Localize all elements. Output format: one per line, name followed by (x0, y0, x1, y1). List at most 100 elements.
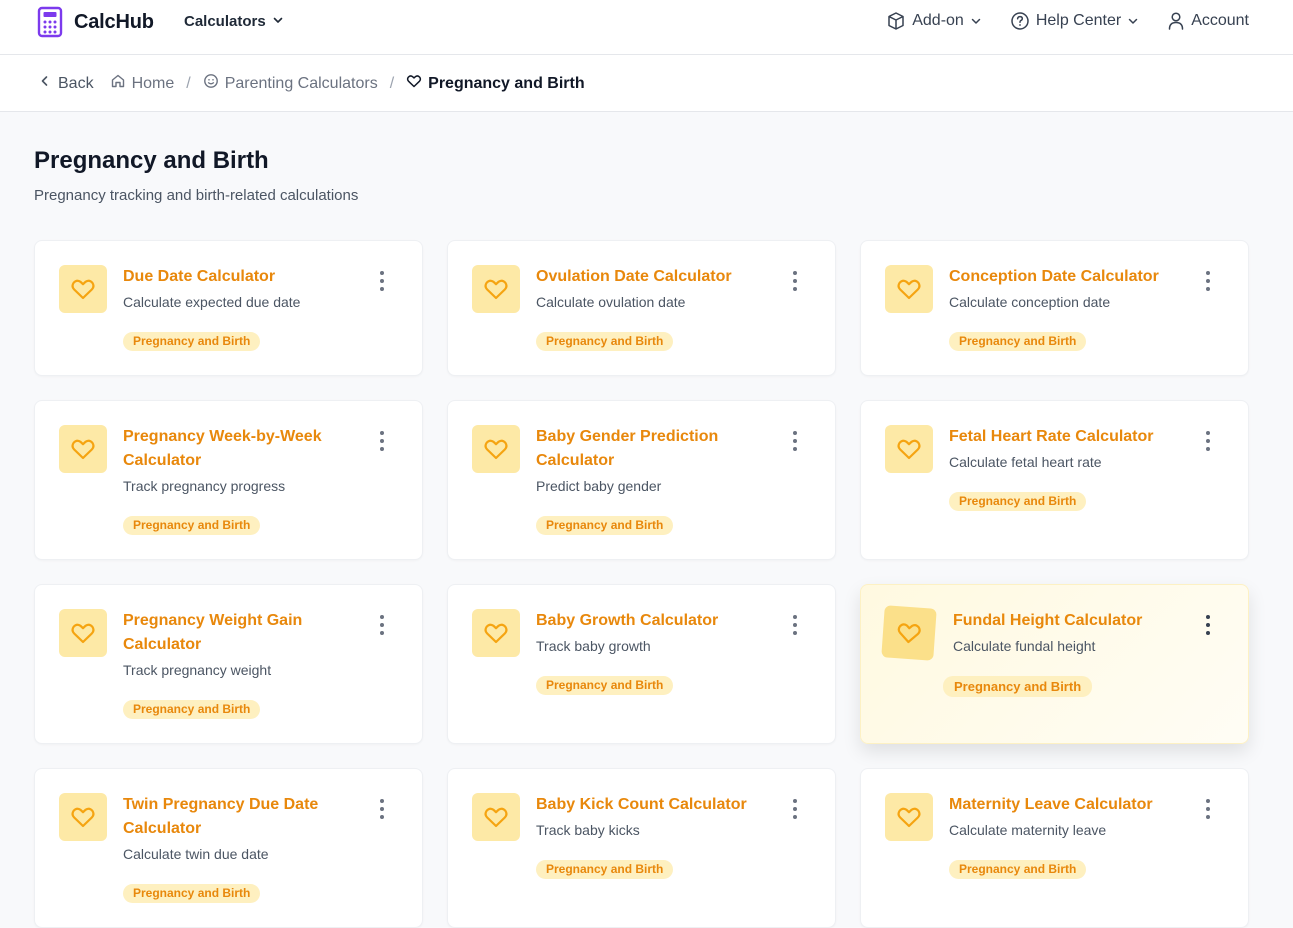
help-center-menu[interactable]: Help Center (1010, 11, 1139, 31)
home-label: Home (131, 74, 175, 92)
calculators-menu[interactable]: Calculators (184, 13, 284, 30)
card-description: Calculate ovulation date (536, 294, 686, 310)
calculator-card[interactable]: Pregnancy Week-by-Week Calculator Track … (34, 400, 423, 560)
card-body: Fundal Height Calculator Calculate funda… (943, 609, 1183, 697)
card-title[interactable]: Baby Growth Calculator (536, 609, 766, 633)
brand[interactable]: CalcHub (36, 6, 154, 38)
calculator-card[interactable]: Baby Growth Calculator Track baby growth… (447, 584, 836, 744)
heart-icon (59, 793, 107, 841)
heart-icon (472, 609, 520, 657)
calculator-card[interactable]: Conception Date Calculator Calculate con… (860, 240, 1249, 376)
card-title[interactable]: Twin Pregnancy Due Date Calculator (123, 793, 353, 841)
calculator-card[interactable]: Ovulation Date Calculator Calculate ovul… (447, 240, 836, 376)
heart-icon (881, 605, 937, 661)
card-title[interactable]: Pregnancy Week-by-Week Calculator (123, 425, 353, 473)
calculator-card[interactable]: Baby Kick Count Calculator Track baby ki… (447, 768, 836, 928)
heart-icon (59, 265, 107, 313)
heart-icon (472, 425, 520, 473)
addon-menu[interactable]: Add-on (886, 11, 982, 31)
calculator-card[interactable]: Due Date Calculator Calculate expected d… (34, 240, 423, 376)
more-options-icon[interactable] (791, 799, 799, 819)
heart-icon (472, 265, 520, 313)
card-body: Due Date Calculator Calculate expected d… (123, 265, 353, 351)
card-body: Baby Growth Calculator Track baby growth… (536, 609, 766, 695)
more-options-icon[interactable] (1204, 431, 1212, 451)
parenting-label: Parenting Calculators (224, 74, 378, 92)
card-title[interactable]: Pregnancy Weight Gain Calculator (123, 609, 353, 657)
more-options-icon[interactable] (378, 271, 386, 291)
more-options-icon[interactable] (1204, 271, 1212, 291)
card-body: Baby Gender Prediction Calculator Predic… (536, 425, 766, 535)
more-options-icon[interactable] (1204, 799, 1212, 819)
category-tag: Pregnancy and Birth (123, 700, 261, 719)
heart-icon (406, 73, 422, 94)
more-options-icon[interactable] (378, 615, 386, 635)
more-options-icon[interactable] (378, 431, 386, 451)
cube-icon (886, 11, 906, 31)
category-tag: Pregnancy and Birth (536, 332, 674, 351)
card-title[interactable]: Fetal Heart Rate Calculator (949, 425, 1179, 449)
current-label: Pregnancy and Birth (428, 74, 585, 92)
calculator-card[interactable]: Maternity Leave Calculator Calculate mat… (860, 768, 1249, 928)
chevron-down-icon (272, 13, 284, 30)
card-description: Calculate twin due date (123, 846, 269, 862)
home-icon (110, 73, 126, 94)
calculator-card[interactable]: Twin Pregnancy Due Date Calculator Calcu… (34, 768, 423, 928)
card-title[interactable]: Due Date Calculator (123, 265, 353, 289)
breadcrumb-home[interactable]: Home (110, 73, 175, 94)
card-description: Predict baby gender (536, 478, 662, 494)
card-description: Track pregnancy weight (123, 662, 272, 678)
breadcrumb-parenting[interactable]: Parenting Calculators (203, 73, 378, 94)
category-tag: Pregnancy and Birth (536, 676, 674, 695)
more-options-icon[interactable] (378, 799, 386, 819)
brand-name: CalcHub (74, 10, 154, 33)
smile-icon (203, 73, 219, 94)
card-description: Track baby growth (536, 638, 651, 654)
back-button[interactable]: Back (38, 74, 94, 93)
heart-icon (885, 425, 933, 473)
card-description: Track baby kicks (536, 822, 640, 838)
calculator-card[interactable]: Fetal Heart Rate Calculator Calculate fe… (860, 400, 1249, 560)
breadcrumb-bar: Back Home / Parenting Calculators / Preg… (0, 55, 1293, 112)
chevron-left-icon (38, 74, 52, 93)
more-options-icon[interactable] (791, 615, 799, 635)
calculator-card[interactable]: Pregnancy Weight Gain Calculator Track p… (34, 584, 423, 744)
card-title[interactable]: Maternity Leave Calculator (949, 793, 1179, 817)
calculators-menu-label: Calculators (184, 13, 266, 30)
user-icon (1167, 11, 1185, 31)
card-body: Fetal Heart Rate Calculator Calculate fe… (949, 425, 1179, 511)
more-options-icon[interactable] (791, 271, 799, 291)
category-tag: Pregnancy and Birth (123, 884, 261, 903)
card-title[interactable]: Baby Gender Prediction Calculator (536, 425, 766, 473)
more-options-icon[interactable] (791, 431, 799, 451)
card-body: Maternity Leave Calculator Calculate mat… (949, 793, 1179, 879)
card-body: Pregnancy Weight Gain Calculator Track p… (123, 609, 353, 719)
card-description: Calculate fetal heart rate (949, 454, 1102, 470)
card-title[interactable]: Fundal Height Calculator (953, 609, 1183, 633)
heart-icon (59, 609, 107, 657)
category-tag: Pregnancy and Birth (949, 332, 1087, 351)
calculator-card[interactable]: Fundal Height Calculator Calculate funda… (860, 584, 1249, 744)
back-label: Back (58, 74, 94, 92)
card-title[interactable]: Conception Date Calculator (949, 265, 1179, 289)
category-tag: Pregnancy and Birth (949, 492, 1087, 511)
breadcrumb: Back Home / Parenting Calculators / Preg… (38, 73, 585, 94)
card-description: Calculate maternity leave (949, 822, 1107, 838)
heart-icon (885, 265, 933, 313)
category-tag: Pregnancy and Birth (949, 860, 1087, 879)
card-title[interactable]: Baby Kick Count Calculator (536, 793, 766, 817)
breadcrumb-current: Pregnancy and Birth (406, 73, 585, 94)
addon-label: Add-on (912, 12, 964, 29)
category-tag: Pregnancy and Birth (536, 516, 674, 535)
heart-icon (59, 425, 107, 473)
account-label: Account (1191, 12, 1249, 29)
category-tag: Pregnancy and Birth (123, 516, 261, 535)
card-body: Twin Pregnancy Due Date Calculator Calcu… (123, 793, 353, 903)
card-title[interactable]: Ovulation Date Calculator (536, 265, 766, 289)
category-tag: Pregnancy and Birth (943, 676, 1093, 697)
card-description: Track pregnancy progress (123, 478, 286, 494)
calculator-card[interactable]: Baby Gender Prediction Calculator Predic… (447, 400, 836, 560)
more-options-icon[interactable] (1204, 615, 1212, 635)
account-menu[interactable]: Account (1167, 11, 1249, 31)
help-circle-icon (1010, 11, 1030, 31)
